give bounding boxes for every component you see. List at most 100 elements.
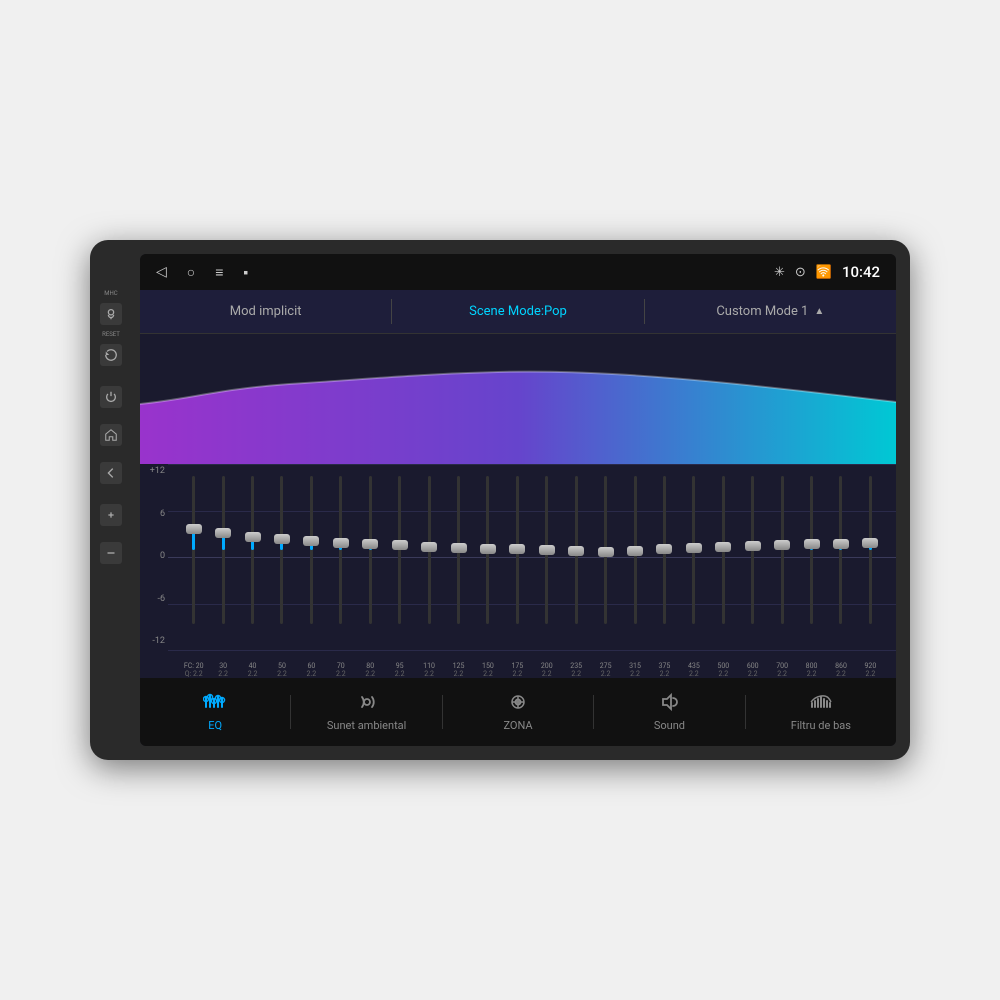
reset-button[interactable] [100,344,122,366]
slider-thumb-125[interactable] [451,543,467,553]
menu-nav-icon[interactable]: ≡ [215,264,223,281]
slider-track-235[interactable] [575,476,578,624]
slider-thumb-80[interactable] [362,539,378,549]
slider-track-30[interactable] [222,476,225,624]
freq-col-label-60: 602.2 [298,662,325,678]
power-button[interactable] [100,386,122,408]
q-label-40: 2.2 [248,670,258,678]
slider-thumb-600[interactable] [745,541,761,551]
q-label-860: 2.2 [836,670,846,678]
vol-up-button[interactable] [100,504,122,526]
tab-mod-implicit[interactable]: Mod implicit [140,290,391,333]
location-icon: ⊙ [795,265,806,280]
nav-item-sound[interactable]: Sound [594,684,744,740]
slider-track-860[interactable] [839,476,842,624]
back-nav-icon[interactable]: ◁ [156,264,167,280]
slider-thumb-275[interactable] [598,547,614,557]
slider-track-435[interactable] [692,476,695,624]
slider-track-wrap-700 [768,468,795,632]
slider-track-500[interactable] [722,476,725,624]
freq-col-label-435: 4352.2 [680,662,707,678]
slider-track-wrap-860 [827,468,854,632]
slider-track-375[interactable] [663,476,666,624]
slider-track-700[interactable] [781,476,784,624]
custom-mode-arrow: ▲ [814,306,824,317]
slider-thumb-375[interactable] [656,544,672,554]
q-label-150: 2.2 [483,670,493,678]
slider-track-315[interactable] [634,476,637,624]
nav-item-sunet-ambiental[interactable]: Sunet ambiental [291,684,441,740]
slider-track-80[interactable] [369,476,372,624]
ambient-sound-icon [355,692,379,715]
slider-thumb-800[interactable] [804,539,820,549]
slider-thumb-200[interactable] [539,545,555,555]
freq-label-30: 30 [219,662,227,670]
slider-track-800[interactable] [810,476,813,624]
slider-thumb-920[interactable] [862,538,878,548]
freq-col-label-200: 2002.2 [533,662,560,678]
slider-track-600[interactable] [751,476,754,624]
slider-thumb-110[interactable] [421,542,437,552]
nav-item-eq[interactable]: EQ [140,684,290,740]
slider-thumb-20[interactable] [186,524,202,534]
slider-thumb-235[interactable] [568,546,584,556]
nav-item-zona[interactable]: ZONA [443,684,593,740]
circle-nav-icon[interactable]: ○ [187,264,195,281]
q-label-435: 2.2 [689,670,699,678]
slider-track-wrap-375 [651,468,678,632]
slider-track-wrap-110 [415,468,442,632]
vol-down-button[interactable] [100,542,122,564]
slider-thumb-150[interactable] [480,544,496,554]
slider-thumb-70[interactable] [333,538,349,548]
freq-col-label-40: 402.2 [239,662,266,678]
slider-thumb-95[interactable] [392,540,408,550]
slider-thumb-40[interactable] [245,532,261,542]
freq-label-235: 235 [570,662,582,670]
slider-track-20[interactable] [192,476,195,624]
slider-track-95[interactable] [398,476,401,624]
eq-icon [203,692,227,715]
square-nav-icon[interactable]: ▪ [243,264,248,281]
filtru-de-bas-label: Filtru de bas [791,719,851,732]
q-label-200: 2.2 [542,670,552,678]
slider-thumb-30[interactable] [215,528,231,538]
back-side-button[interactable] [100,462,122,484]
slider-track-150[interactable] [486,476,489,624]
mic-button[interactable] [100,303,122,325]
slider-track-40[interactable] [251,476,254,624]
slider-track-920[interactable] [869,476,872,624]
freq-label-200: 200 [541,662,553,670]
fc-prefix: FC: 20 [184,662,204,670]
freq-label-50: 50 [278,662,286,670]
slider-thumb-315[interactable] [627,546,643,556]
slider-thumb-175[interactable] [509,544,525,554]
slider-track-70[interactable] [339,476,342,624]
slider-thumb-50[interactable] [274,534,290,544]
slider-track-wrap-150 [474,468,501,632]
slider-track-200[interactable] [545,476,548,624]
freq-label-95: 95 [396,662,404,670]
slider-col-315 [621,468,648,632]
zone-icon [506,692,530,715]
slider-track-wrap-800 [798,468,825,632]
slider-track-175[interactable] [516,476,519,624]
slider-track-wrap-200 [533,468,560,632]
freq-col-label-700: 7002.2 [768,662,795,678]
slider-track-60[interactable] [310,476,313,624]
tab-custom-mode[interactable]: Custom Mode 1 ▲ [645,290,896,333]
freq-col-label-110: 1102.2 [415,662,442,678]
slider-track-50[interactable] [280,476,283,624]
slider-thumb-60[interactable] [303,536,319,546]
slider-thumb-500[interactable] [715,542,731,552]
slider-track-275[interactable] [604,476,607,624]
home-button[interactable] [100,424,122,446]
freq-col-label-800: 8002.2 [798,662,825,678]
slider-thumb-435[interactable] [686,543,702,553]
nav-item-filtru-de-bas[interactable]: Filtru de bas [746,684,896,740]
tab-scene-mode[interactable]: Scene Mode:Pop [392,290,643,333]
slider-track-110[interactable] [428,476,431,624]
slider-track-125[interactable] [457,476,460,624]
slider-thumb-700[interactable] [774,540,790,550]
slider-thumb-860[interactable] [833,539,849,549]
scale-6: 6 [140,509,168,519]
